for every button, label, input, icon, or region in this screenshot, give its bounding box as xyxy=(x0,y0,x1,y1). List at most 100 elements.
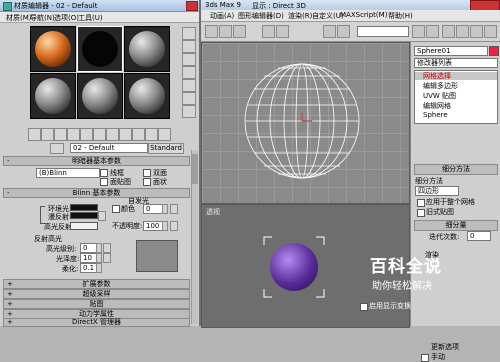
snap-tool-icon[interactable] xyxy=(276,25,289,38)
percent-snap-icon[interactable] xyxy=(337,25,350,38)
object-name-field[interactable]: Sphere01 xyxy=(414,46,488,56)
old-style-mapping-checkbox[interactable] xyxy=(417,209,425,217)
reset-map-icon[interactable] xyxy=(67,128,80,141)
scale-tool-icon[interactable] xyxy=(262,25,275,38)
stack-item[interactable]: UVW 贴图 xyxy=(415,92,497,100)
close-icon[interactable] xyxy=(186,1,198,11)
sample-type-icon[interactable] xyxy=(182,27,196,40)
put-to-library-icon[interactable] xyxy=(93,128,106,141)
menu-options[interactable]: 选项(O) xyxy=(54,13,79,23)
rollout-subdivision[interactable]: 细分方法 xyxy=(414,164,498,175)
iterations-field[interactable]: 0 xyxy=(467,231,491,241)
object-color-swatch[interactable] xyxy=(489,46,499,56)
menu-customize[interactable]: 自定义(U) xyxy=(312,11,344,21)
show-map-icon[interactable] xyxy=(119,128,132,141)
wire-checkbox[interactable] xyxy=(100,169,108,177)
material-editor-scrollbar[interactable] xyxy=(191,150,198,324)
material-id-icon[interactable] xyxy=(106,128,119,141)
specular-level-map-button[interactable] xyxy=(103,243,111,253)
apply-whole-mesh-checkbox[interactable] xyxy=(417,199,425,207)
get-material-icon[interactable] xyxy=(28,128,41,141)
background-icon[interactable] xyxy=(182,53,196,66)
viewport-front[interactable] xyxy=(201,42,410,204)
sample-sphere-gray xyxy=(82,78,118,114)
glossiness-spinner[interactable] xyxy=(96,253,102,263)
enable-transform-checkbox[interactable] xyxy=(360,303,368,311)
align-icon[interactable] xyxy=(426,25,439,38)
self-illum-value-field[interactable]: 0 xyxy=(143,204,163,214)
shader-dropdown[interactable]: (B)Blinn xyxy=(36,168,100,178)
face-map-checkbox[interactable] xyxy=(100,178,108,186)
menu-utilities[interactable]: 工具(U) xyxy=(78,13,103,23)
opacity-spinner[interactable] xyxy=(162,221,168,231)
menu-help[interactable]: 帮助(H) xyxy=(388,11,413,21)
rollout-blinn-basic[interactable]: - Blinn 基本参数 xyxy=(3,188,190,198)
stack-item[interactable]: 网格选择 xyxy=(415,72,497,80)
mirror-icon[interactable] xyxy=(412,25,425,38)
diffuse-map-button[interactable] xyxy=(98,211,106,221)
make-preview-icon[interactable] xyxy=(182,92,196,105)
manual-update-radio[interactable] xyxy=(421,354,429,362)
menu-maxscript[interactable]: MAXScript(M) xyxy=(340,11,387,19)
menu-navigation[interactable]: 导航(N) xyxy=(30,13,55,23)
make-unique-icon[interactable] xyxy=(80,128,93,141)
rollout-extended-params[interactable]: + 扩展参数 xyxy=(3,279,190,289)
select-tool-icon[interactable] xyxy=(205,25,218,38)
two-sided-checkbox[interactable] xyxy=(143,169,151,177)
backlight-icon[interactable] xyxy=(182,40,196,53)
specular-level-spinner[interactable] xyxy=(96,243,102,253)
go-to-parent-icon[interactable] xyxy=(145,128,158,141)
options-icon[interactable] xyxy=(182,105,196,118)
subdivision-method-dropdown[interactable]: 四边形 xyxy=(415,186,459,196)
soften-spinner[interactable] xyxy=(96,263,102,273)
named-selection-dropdown[interactable] xyxy=(357,26,409,37)
put-to-scene-icon[interactable] xyxy=(41,128,54,141)
show-end-result-icon[interactable] xyxy=(132,128,145,141)
stack-item[interactable]: 编辑多边形 xyxy=(415,82,497,90)
sample-slot-6[interactable] xyxy=(124,73,170,119)
curve-editor-icon[interactable] xyxy=(456,25,469,38)
rollout-shader-basic[interactable]: - 明暗器基本参数 xyxy=(3,156,190,166)
wireframe-sphere[interactable] xyxy=(202,43,409,203)
pick-material-icon[interactable] xyxy=(50,143,64,154)
video-check-icon[interactable] xyxy=(182,79,196,92)
material-type-button[interactable]: Standard xyxy=(148,143,184,154)
stack-item[interactable]: Sphere xyxy=(415,111,497,120)
material-name-field[interactable]: 02 - Default xyxy=(70,143,148,153)
scrollbar-thumb[interactable] xyxy=(192,154,198,184)
opacity-field[interactable]: 100 xyxy=(143,221,163,231)
sample-slot-2[interactable] xyxy=(77,26,123,72)
go-forward-sibling-icon[interactable] xyxy=(158,128,171,141)
menu-graph-editors[interactable]: 图形编辑器(D) xyxy=(238,11,284,21)
ambient-color-swatch[interactable] xyxy=(70,204,98,211)
uv-tiling-icon[interactable] xyxy=(182,66,196,79)
self-illum-spinner[interactable] xyxy=(162,204,168,214)
sample-slot-1[interactable] xyxy=(30,26,76,72)
glossiness-map-button[interactable] xyxy=(103,253,111,263)
menu-rendering[interactable]: 渲染(R) xyxy=(288,11,312,21)
quick-render-icon[interactable] xyxy=(484,25,497,38)
faceted-checkbox[interactable] xyxy=(143,178,151,186)
rollout-supersampling[interactable]: + 超级采样 xyxy=(3,289,190,299)
render-setup-icon[interactable] xyxy=(470,25,483,38)
menu-animation[interactable]: 动画(A) xyxy=(210,11,234,21)
diffuse-color-swatch[interactable] xyxy=(70,212,98,219)
menu-material[interactable]: 材质(M) xyxy=(6,13,32,23)
modifier-stack[interactable]: 网格选择 编辑多边形 UVW 贴图 编辑网格 Sphere xyxy=(414,70,498,124)
layer-icon[interactable] xyxy=(442,25,455,38)
rollout-maps[interactable]: + 贴图 xyxy=(3,299,190,309)
move-tool-icon[interactable] xyxy=(219,25,232,38)
rotate-tool-icon[interactable] xyxy=(233,25,246,38)
opacity-map-button[interactable] xyxy=(170,221,178,231)
specular-color-swatch[interactable] xyxy=(70,222,98,230)
angle-snap-icon[interactable] xyxy=(323,25,336,38)
sample-slot-5[interactable] xyxy=(77,73,123,119)
modifier-list-dropdown[interactable]: 修改器列表 xyxy=(414,58,498,68)
stack-item[interactable]: 编辑网格 xyxy=(415,102,497,110)
rollout-subdivision-amount[interactable]: 细分量 xyxy=(414,220,498,231)
sample-slot-4[interactable] xyxy=(30,73,76,119)
self-illum-map-button[interactable] xyxy=(170,204,178,214)
sample-slot-3[interactable] xyxy=(124,26,170,72)
assign-to-selection-icon[interactable] xyxy=(54,128,67,141)
self-illum-color-checkbox[interactable] xyxy=(112,205,120,213)
